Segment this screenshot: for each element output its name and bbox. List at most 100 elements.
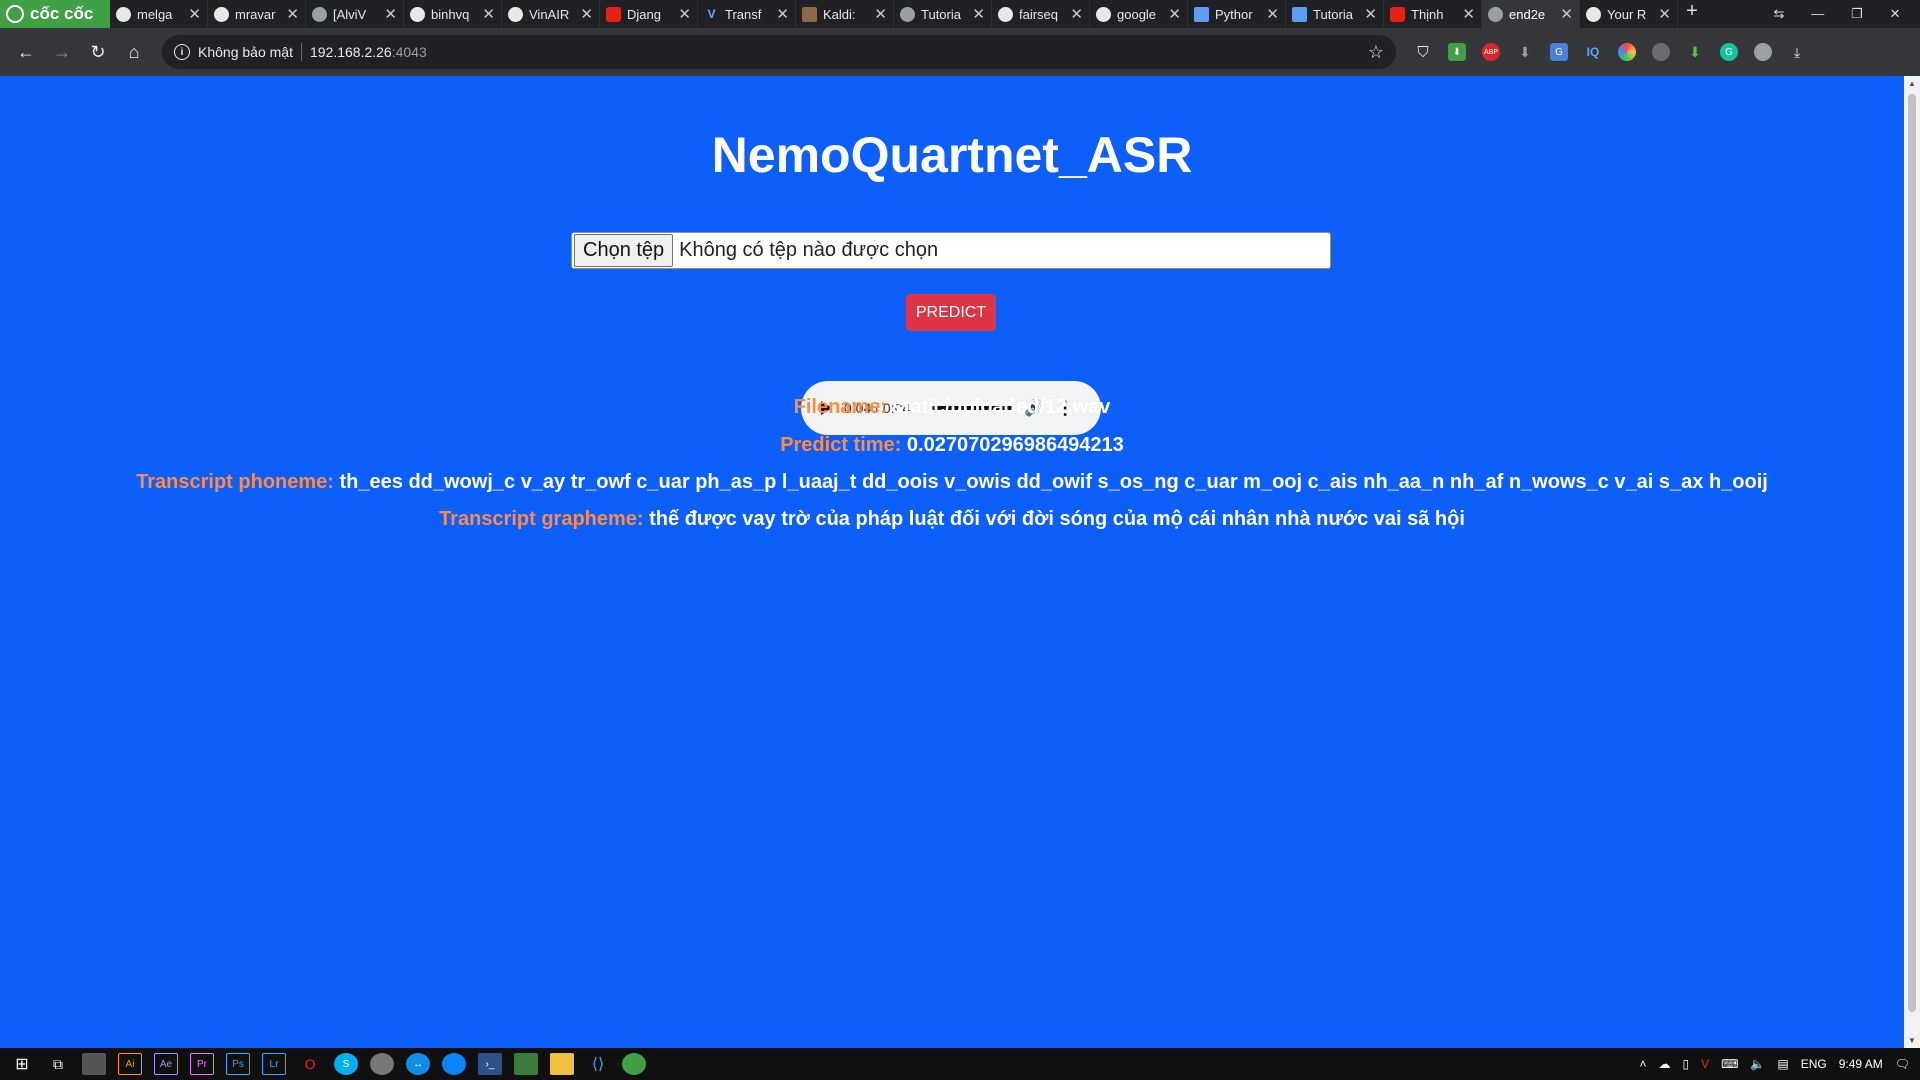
predict-button[interactable]: PREDICT bbox=[906, 294, 996, 331]
opera-icon[interactable]: O bbox=[298, 1053, 322, 1075]
close-tab-icon[interactable]: ✕ bbox=[678, 5, 691, 23]
coccoc-taskbar-icon[interactable] bbox=[622, 1053, 646, 1075]
lightroom-icon[interactable]: Lr bbox=[262, 1053, 286, 1075]
url-text[interactable]: 192.168.2.26:4043 bbox=[310, 44, 1360, 60]
calculator-icon[interactable] bbox=[82, 1053, 106, 1075]
address-bar[interactable]: i Không bảo mật 192.168.2.26:4043 ☆ bbox=[162, 35, 1396, 69]
browser-brand[interactable]: cốc cốc bbox=[0, 0, 110, 28]
browser-tab[interactable]: Pythor ✕ bbox=[1188, 0, 1286, 28]
browser-tab[interactable]: Thịnh ✕ bbox=[1384, 0, 1482, 28]
reload-icon[interactable]: ↻ bbox=[84, 38, 112, 66]
tool-icon[interactable] bbox=[370, 1053, 394, 1075]
close-tab-icon[interactable]: ✕ bbox=[776, 5, 789, 23]
browser-tab[interactable]: Tutoria ✕ bbox=[1286, 0, 1384, 28]
close-tab-icon[interactable]: ✕ bbox=[384, 5, 397, 23]
browser-tab[interactable]: fairseq ✕ bbox=[992, 0, 1090, 28]
download-green-icon[interactable]: ⬇ bbox=[1448, 43, 1466, 61]
grammarly-icon[interactable]: G bbox=[1720, 43, 1738, 61]
keyboard-icon[interactable]: ▤ bbox=[1777, 1057, 1788, 1071]
volume-tray-icon[interactable]: 🔈 bbox=[1750, 1057, 1765, 1071]
browser-tab[interactable]: Your R ✕ bbox=[1580, 0, 1678, 28]
browser-tab[interactable]: google ✕ bbox=[1090, 0, 1188, 28]
close-tab-icon[interactable]: ✕ bbox=[874, 5, 887, 23]
file-explorer-icon[interactable] bbox=[550, 1053, 574, 1075]
download-icon[interactable]: ⬇ bbox=[1516, 43, 1534, 61]
close-tab-icon[interactable]: ✕ bbox=[1070, 5, 1083, 23]
photoshop-icon[interactable]: Ps bbox=[226, 1053, 250, 1075]
browser-tab[interactable]: Tutoria ✕ bbox=[894, 0, 992, 28]
browser-tab[interactable]: [AlviV ✕ bbox=[306, 0, 404, 28]
vscode-icon[interactable]: ⟨⟩ bbox=[586, 1053, 610, 1075]
forward-icon[interactable]: → bbox=[48, 38, 76, 66]
close-tab-icon[interactable]: ✕ bbox=[1560, 5, 1573, 23]
avatar[interactable] bbox=[1754, 43, 1772, 61]
home-icon[interactable]: ⌂ bbox=[120, 38, 148, 66]
info-icon[interactable]: i bbox=[174, 44, 190, 60]
zalo-icon[interactable] bbox=[442, 1053, 466, 1075]
browser-tab[interactable]: melga ✕ bbox=[110, 0, 208, 28]
adblock-icon[interactable]: ABP bbox=[1482, 43, 1500, 61]
tab-title: [AlviV bbox=[333, 6, 367, 22]
usb-icon[interactable]: ▯ bbox=[1682, 1057, 1689, 1071]
close-window-icon[interactable]: ✕ bbox=[1890, 6, 1901, 22]
network-manager-icon[interactable] bbox=[514, 1053, 538, 1075]
terminal-icon[interactable]: ›_ bbox=[478, 1053, 502, 1075]
windows-start-icon[interactable]: ⊞ bbox=[10, 1053, 34, 1075]
close-tab-icon[interactable]: ✕ bbox=[1658, 5, 1671, 23]
chevron-up-icon[interactable]: ˄ bbox=[1639, 1057, 1646, 1071]
tab-title: Djang bbox=[627, 6, 661, 22]
close-tab-icon[interactable]: ✕ bbox=[482, 5, 495, 23]
back-icon[interactable]: ← bbox=[12, 38, 40, 66]
close-tab-icon[interactable]: ✕ bbox=[580, 5, 593, 23]
scroll-up-icon[interactable]: ▲ bbox=[1908, 79, 1916, 88]
language-indicator[interactable]: ENG bbox=[1801, 1057, 1827, 1071]
browser-tab[interactable]: V Transf ✕ bbox=[698, 0, 796, 28]
task-view-icon[interactable]: ⧉ bbox=[46, 1053, 70, 1075]
antivirus-icon[interactable]: V bbox=[1701, 1057, 1709, 1071]
close-tab-icon[interactable]: ✕ bbox=[1266, 5, 1279, 23]
restore-icon[interactable]: ❐ bbox=[1851, 6, 1863, 22]
clock[interactable]: 9:49 AM bbox=[1839, 1057, 1883, 1071]
close-tab-icon[interactable]: ✕ bbox=[972, 5, 985, 23]
browser-tab[interactable]: mravar ✕ bbox=[208, 0, 306, 28]
file-input[interactable]: Chọn tệp Không có tệp nào được chọn bbox=[571, 232, 1331, 269]
premiere-icon[interactable]: Pr bbox=[190, 1053, 214, 1075]
browser-tab[interactable]: VinAIR ✕ bbox=[502, 0, 600, 28]
circle-extension-icon[interactable] bbox=[1652, 43, 1670, 61]
browser-tab-active[interactable]: end2e ✕ bbox=[1482, 0, 1580, 28]
choose-file-button[interactable]: Chọn tệp bbox=[574, 234, 674, 267]
network-icon[interactable]: ⌨ bbox=[1721, 1057, 1738, 1071]
page-scrollbar[interactable]: ▲ ▼ bbox=[1904, 76, 1920, 1048]
teamviewer-icon[interactable]: ↔ bbox=[406, 1053, 430, 1075]
minimize-icon[interactable]: — bbox=[1811, 6, 1824, 22]
notification-icon[interactable]: 🗨 bbox=[1895, 1057, 1910, 1071]
after-effects-icon[interactable]: Ae bbox=[154, 1053, 178, 1075]
tab-title: Transf bbox=[725, 6, 762, 22]
close-tab-icon[interactable]: ✕ bbox=[1364, 5, 1377, 23]
shield-icon[interactable]: ⛉ bbox=[1414, 43, 1432, 61]
browser-tab[interactable]: binhvq ✕ bbox=[404, 0, 502, 28]
illustrator-icon[interactable]: Ai bbox=[118, 1053, 142, 1075]
bookmark-star-icon[interactable]: ☆ bbox=[1368, 42, 1384, 63]
youtube-icon bbox=[606, 6, 621, 22]
close-tab-icon[interactable]: ✕ bbox=[188, 5, 201, 23]
close-tab-icon[interactable]: ✕ bbox=[1168, 5, 1181, 23]
color-wheel-icon[interactable] bbox=[1618, 43, 1636, 61]
savefrom-icon[interactable]: ⬇ bbox=[1686, 43, 1704, 61]
close-tab-icon[interactable]: ✕ bbox=[1462, 5, 1475, 23]
scroll-down-icon[interactable]: ▼ bbox=[1908, 1036, 1916, 1045]
iq-icon[interactable]: IQ bbox=[1584, 43, 1602, 61]
result-label: Predict time: bbox=[780, 434, 902, 456]
skype-icon[interactable]: S bbox=[334, 1053, 358, 1075]
scroll-thumb[interactable] bbox=[1908, 94, 1916, 1012]
new-tab-button[interactable]: + bbox=[1678, 0, 1706, 28]
brand-label: cốc cốc bbox=[30, 4, 94, 23]
close-tab-icon[interactable]: ✕ bbox=[286, 5, 299, 23]
browser-tab[interactable]: Djang ✕ bbox=[600, 0, 698, 28]
browser-tab[interactable]: Kaldi: ✕ bbox=[796, 0, 894, 28]
tab-search-icon[interactable]: ⇆ bbox=[1773, 6, 1784, 22]
downloads-bar-icon[interactable]: ⤓ bbox=[1788, 43, 1806, 61]
doc-icon bbox=[1194, 6, 1209, 22]
onedrive-icon[interactable]: ☁ bbox=[1658, 1057, 1670, 1071]
translate-icon[interactable]: G bbox=[1550, 43, 1568, 61]
